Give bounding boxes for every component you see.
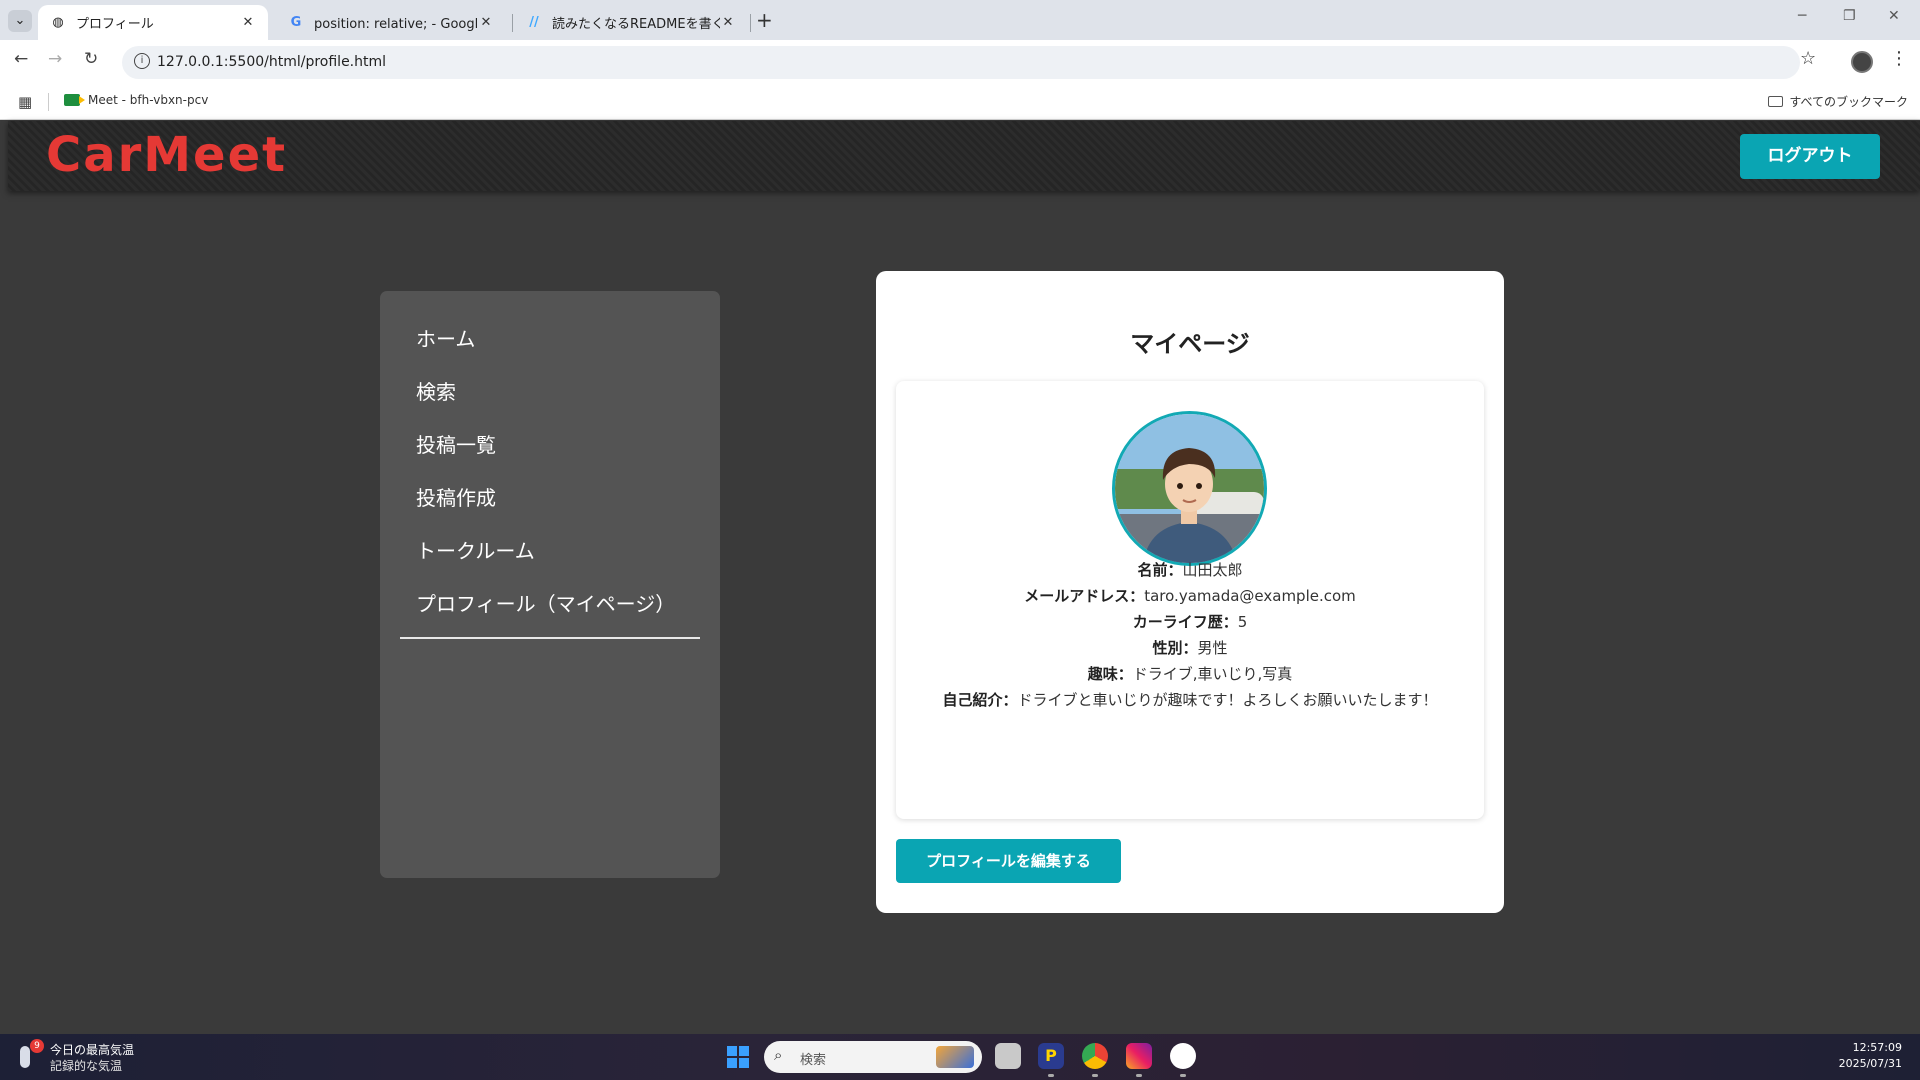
meet-icon [64, 94, 85, 106]
task-view-icon[interactable] [995, 1043, 1021, 1069]
zenn-icon: // [529, 14, 539, 30]
tab-title: 読みたくなるREADMEを書くための [552, 17, 720, 32]
windows-start-icon[interactable] [727, 1046, 749, 1068]
site-header: CarMeet ログアウト [8, 121, 1920, 191]
taskbar: 9 今日の最高気温 記録的な気温 ⌕ 検索 P 12:57:09 2025/07… [0, 1034, 1920, 1080]
info-hobbies: 趣味：ドライブ,車いじり,写真 [896, 663, 1484, 684]
sidebar-item-search[interactable]: 検索 [416, 376, 456, 405]
site-info-icon[interactable]: i [134, 53, 150, 69]
tab-separator [750, 14, 751, 32]
edit-profile-button[interactable]: プロフィールを編集する [896, 839, 1121, 883]
close-icon[interactable]: ✕ [240, 15, 256, 30]
profile-card: マイページ 名前：山田太郎 メールアドレス：taro.yamada@exampl… [876, 271, 1504, 913]
tab-readme[interactable]: // 読みたくなるREADMEを書くための ✕ [514, 5, 748, 40]
close-icon[interactable]: ✕ [478, 15, 494, 30]
new-tab-icon[interactable]: + [756, 8, 773, 32]
field-value: 5 [1237, 613, 1248, 631]
tab-profile[interactable]: ◍ プロフィール ✕ [38, 5, 268, 40]
address-bar[interactable]: i 127.0.0.1:5500/html/profile.html [122, 46, 1800, 79]
tab-title: position: relative; - Google 検索 [314, 17, 478, 32]
clock-date[interactable]: 2025/07/31 [1839, 1057, 1902, 1070]
url-text[interactable]: 127.0.0.1:5500/html/profile.html [157, 54, 386, 70]
logout-button[interactable]: ログアウト [1740, 134, 1880, 179]
globe-icon: ◍ [52, 14, 64, 30]
restore-icon[interactable]: ❐ [1843, 8, 1856, 24]
bookmark-label: Meet - bfh-vbxn-pcv [88, 93, 209, 107]
weather-title[interactable]: 今日の最高気温 [50, 1041, 134, 1058]
tab-google-search[interactable]: G position: relative; - Google 検索 ✕ [276, 5, 506, 40]
bookmarks-bar: ▦ Meet - bfh-vbxn-pcv すべてのブックマーク [0, 84, 1920, 120]
active-underline [400, 637, 700, 639]
menu-icon[interactable]: ⋮ [1890, 48, 1908, 69]
search-highlight-icon [936, 1046, 974, 1068]
field-label: 名前： [1137, 561, 1183, 579]
sidebar-item-post-list[interactable]: 投稿一覧 [416, 429, 496, 458]
avatar [1112, 411, 1267, 566]
bookmark-separator [48, 93, 49, 111]
reload-icon[interactable]: ↻ [84, 49, 98, 69]
apps-grid-icon[interactable]: ▦ [18, 93, 32, 111]
bookmark-meet[interactable]: Meet - bfh-vbxn-pcv [64, 93, 208, 107]
close-icon[interactable]: ✕ [720, 15, 736, 30]
tab-title: プロフィール [76, 17, 154, 32]
tab-separator [512, 14, 513, 32]
instagram-icon[interactable] [1126, 1043, 1152, 1069]
window-close-icon[interactable]: ✕ [1888, 8, 1900, 24]
info-car-life: カーライフ歴：5 [896, 611, 1484, 632]
browser-tab-bar: ⌄ ◍ プロフィール ✕ G position: relative; - Goo… [0, 0, 1920, 40]
info-gender: 性別：男性 [896, 637, 1484, 658]
minimize-icon[interactable]: ─ [1798, 8, 1806, 24]
sidebar-item-home[interactable]: ホーム [416, 323, 475, 352]
field-label: メールアドレス： [1024, 587, 1145, 605]
site-logo[interactable]: CarMeet [46, 127, 287, 183]
weather-badge: 9 [30, 1039, 44, 1053]
info-name: 名前：山田太郎 [896, 559, 1484, 580]
running-indicator [1048, 1074, 1054, 1077]
sidebar-item-profile[interactable]: プロフィール（マイページ） [416, 588, 675, 617]
all-bookmarks-label: すべてのブックマーク [1789, 95, 1908, 109]
field-label: 性別： [1152, 639, 1198, 657]
back-icon[interactable]: ← [14, 49, 28, 69]
field-label: 自己紹介： [942, 691, 1018, 709]
page-title: マイページ [1130, 330, 1250, 358]
profile-avatar-icon[interactable] [1851, 51, 1873, 73]
thermometer-icon[interactable] [20, 1046, 30, 1068]
field-value: taro.yamada@example.com [1144, 587, 1356, 605]
folder-icon [1768, 96, 1784, 107]
sidebar-item-talk-room[interactable]: トークルーム [416, 535, 535, 564]
tab-search-button[interactable]: ⌄ [8, 10, 32, 32]
field-label: カーライフ歴： [1132, 613, 1238, 631]
github-icon[interactable] [1170, 1043, 1196, 1069]
paint-app-icon[interactable]: P [1038, 1043, 1064, 1069]
weather-subtitle[interactable]: 記録的な気温 [50, 1057, 122, 1074]
taskbar-search[interactable]: ⌕ 検索 [764, 1041, 982, 1073]
sidebar-nav: ホーム 検索 投稿一覧 投稿作成 トークルーム プロフィール（マイページ） [380, 291, 720, 878]
all-bookmarks[interactable]: すべてのブックマーク [1768, 93, 1908, 110]
running-indicator [1180, 1074, 1186, 1077]
search-placeholder: 検索 [800, 1053, 827, 1068]
running-indicator [1092, 1074, 1098, 1077]
info-bio: 自己紹介：ドライブと車いじりが趣味です！よろしくお願いいたします！ [896, 689, 1484, 710]
running-indicator [1136, 1074, 1142, 1077]
sidebar-item-create-post[interactable]: 投稿作成 [416, 482, 496, 511]
profile-details: 名前：山田太郎 メールアドレス：taro.yamada@example.com … [896, 381, 1484, 819]
clock-time[interactable]: 12:57:09 [1853, 1041, 1902, 1054]
google-icon: G [290, 14, 302, 30]
browser-toolbar: ← → ↻ i 127.0.0.1:5500/html/profile.html… [0, 40, 1920, 84]
field-value: ドライブと車いじりが趣味です！よろしくお願いいたします！ [1017, 691, 1438, 709]
search-icon: ⌕ [774, 1046, 783, 1064]
field-label: 趣味： [1087, 665, 1133, 683]
field-value: 山田太郎 [1182, 561, 1243, 579]
field-value: 男性 [1197, 639, 1228, 657]
chrome-icon[interactable] [1082, 1043, 1108, 1069]
page-content: CarMeet ログアウト ホーム 検索 投稿一覧 投稿作成 トークルーム プロ… [8, 121, 1920, 1034]
info-email: メールアドレス：taro.yamada@example.com [896, 585, 1484, 606]
field-value: ドライブ,車いじり,写真 [1132, 665, 1293, 683]
bookmark-star-icon[interactable]: ☆ [1800, 48, 1816, 69]
forward-icon[interactable]: → [48, 49, 62, 69]
avatar-image [1115, 414, 1264, 563]
